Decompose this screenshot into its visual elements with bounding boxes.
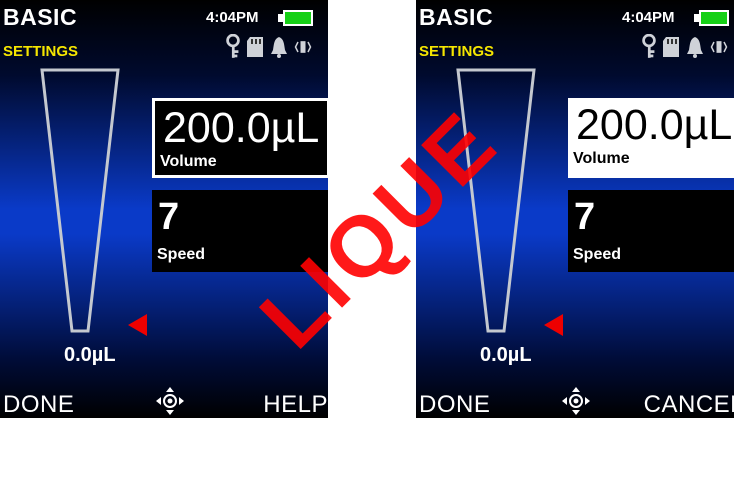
- status-icons: [639, 34, 734, 62]
- screen-subtitle: SETTINGS: [3, 43, 79, 60]
- battery-icon: [699, 10, 729, 26]
- volume-field[interactable]: 200.0µL Volume: [568, 98, 734, 178]
- done-softkey[interactable]: DONE: [3, 392, 74, 418]
- device-screen-right: BASIC SETTINGS 4:04PM 200.0µL Volume 7 S…: [416, 0, 734, 418]
- screen-subtitle: SETTINGS: [419, 43, 495, 60]
- done-softkey[interactable]: DONE: [419, 392, 490, 418]
- cancel-softkey[interactable]: CANCEL: [644, 392, 734, 418]
- volume-field[interactable]: 200.0µL Volume: [152, 98, 328, 178]
- level-marker-icon: [128, 314, 147, 336]
- pipette-tip-graphic: [40, 68, 120, 333]
- key-icon: [226, 34, 240, 58]
- volume-value: 200.0µL: [576, 101, 733, 149]
- battery-icon: [283, 10, 313, 26]
- current-fill-value: 0.0µL: [64, 344, 116, 366]
- volume-label: Volume: [573, 150, 630, 167]
- navigation-pad-icon[interactable]: [155, 386, 185, 416]
- screen-title: BASIC: [419, 4, 494, 30]
- device-screen-left: BASIC SETTINGS 4:04PM 200.0µL Volume 7 S…: [0, 0, 328, 418]
- key-icon: [642, 34, 656, 58]
- sd-card-icon: [247, 37, 263, 57]
- bell-icon: [687, 37, 703, 58]
- navigation-pad-icon[interactable]: [561, 386, 591, 416]
- speed-field[interactable]: 7 Speed: [568, 190, 734, 272]
- speed-label: Speed: [157, 246, 206, 263]
- bell-icon: [271, 37, 287, 58]
- speed-field[interactable]: 7 Speed: [152, 190, 328, 272]
- clock: 4:04PM: [622, 9, 675, 26]
- vibrate-icon: [710, 41, 728, 53]
- vibrate-icon: [294, 41, 312, 53]
- volume-label: Volume: [160, 153, 217, 170]
- clock: 4:04PM: [206, 9, 259, 26]
- speed-value: 7: [158, 196, 180, 238]
- volume-value: 200.0µL: [163, 104, 320, 152]
- current-fill-value: 0.0µL: [480, 344, 532, 366]
- help-softkey[interactable]: HELP: [263, 392, 328, 418]
- sd-card-icon: [663, 37, 679, 57]
- speed-label: Speed: [573, 246, 622, 263]
- pipette-tip-graphic: [456, 68, 536, 333]
- level-marker-icon: [544, 314, 563, 336]
- speed-value: 7: [574, 196, 596, 238]
- screen-title: BASIC: [3, 4, 78, 30]
- status-icons: [223, 34, 323, 62]
